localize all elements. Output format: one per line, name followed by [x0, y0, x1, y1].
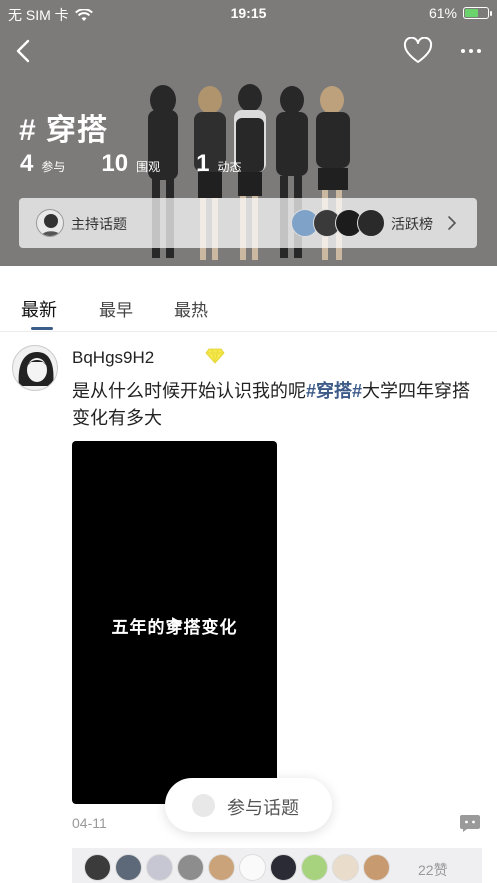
battery-level [465, 9, 479, 17]
hashtag-link[interactable]: #穿搭# [306, 381, 362, 401]
join-topic-label[interactable]: 参与话题 [227, 794, 299, 820]
likes-bar[interactable]: 22赞 [72, 848, 482, 883]
liker-avatars [84, 854, 390, 881]
host-topic-label[interactable]: 主持话题 [71, 214, 127, 234]
host-active-bar[interactable]: 主持话题 活跃榜 [19, 198, 477, 248]
post-author-avatar[interactable] [12, 345, 58, 391]
play-icon[interactable] [170, 616, 184, 630]
avatar [332, 854, 359, 881]
stat-viewers: 10 围观 [101, 150, 160, 178]
stat-label: 围观 [136, 160, 161, 174]
active-user-avatars [291, 209, 385, 237]
stat-value: 10 [101, 150, 129, 177]
chevron-left-icon[interactable] [10, 36, 40, 66]
comment-icon[interactable] [459, 814, 481, 833]
avatar [363, 854, 390, 881]
stat-label: 参与 [41, 160, 66, 174]
avatar [177, 854, 204, 881]
post-username[interactable]: BqHgs9H2 [72, 348, 154, 368]
topic-header: 无 SIM 卡 19:15 61% # 穿搭 4 参与 10 围观 1 动态 主… [0, 0, 497, 266]
feed-tabs: 最新 最早 最热 [0, 266, 497, 332]
host-avatar[interactable] [36, 209, 64, 237]
avatar [115, 854, 142, 881]
status-bar: 无 SIM 卡 19:15 61% [0, 0, 497, 28]
diamond-icon [205, 348, 225, 364]
active-tab-indicator [31, 327, 53, 330]
join-icon [192, 794, 215, 817]
stat-posts: 1 动态 [196, 150, 241, 178]
post-date: 04-11 [72, 815, 107, 831]
stat-participants: 4 参与 [20, 150, 65, 178]
battery-percent: 61% [428, 5, 457, 21]
topic-title: # 穿搭 [19, 114, 109, 147]
avatar [239, 854, 266, 881]
avatar [146, 854, 173, 881]
tab-earliest[interactable]: 最早 [99, 296, 133, 321]
tab-hottest[interactable]: 最热 [174, 296, 208, 321]
join-topic-button[interactable]: 参与话题 [165, 778, 332, 832]
video-player[interactable]: 五年的穿搭变化 [72, 441, 277, 804]
active-ranking-label[interactable]: 活跃榜 [391, 214, 433, 234]
stat-value: 4 [20, 150, 34, 177]
post-text: 是从什么时候开始认识我的呢#穿搭#大学四年穿搭变化有多大 [72, 378, 487, 432]
avatar [208, 854, 235, 881]
avatar [84, 854, 111, 881]
more-dots-icon[interactable] [456, 39, 486, 63]
heart-icon[interactable] [403, 37, 433, 65]
topic-stats: 4 参与 10 围观 1 动态 [20, 150, 277, 178]
stat-value: 1 [196, 150, 210, 177]
avatar [270, 854, 297, 881]
avatar [301, 854, 328, 881]
battery-icon [463, 7, 492, 19]
stat-label: 动态 [217, 160, 242, 174]
post-text-before: 是从什么时候开始认识我的呢 [72, 381, 306, 401]
like-count: 22赞 [418, 862, 448, 878]
clock: 19:15 [230, 5, 267, 21]
chevron-right-icon [448, 216, 457, 230]
avatar [357, 209, 385, 237]
tab-latest[interactable]: 最新 [21, 296, 57, 322]
